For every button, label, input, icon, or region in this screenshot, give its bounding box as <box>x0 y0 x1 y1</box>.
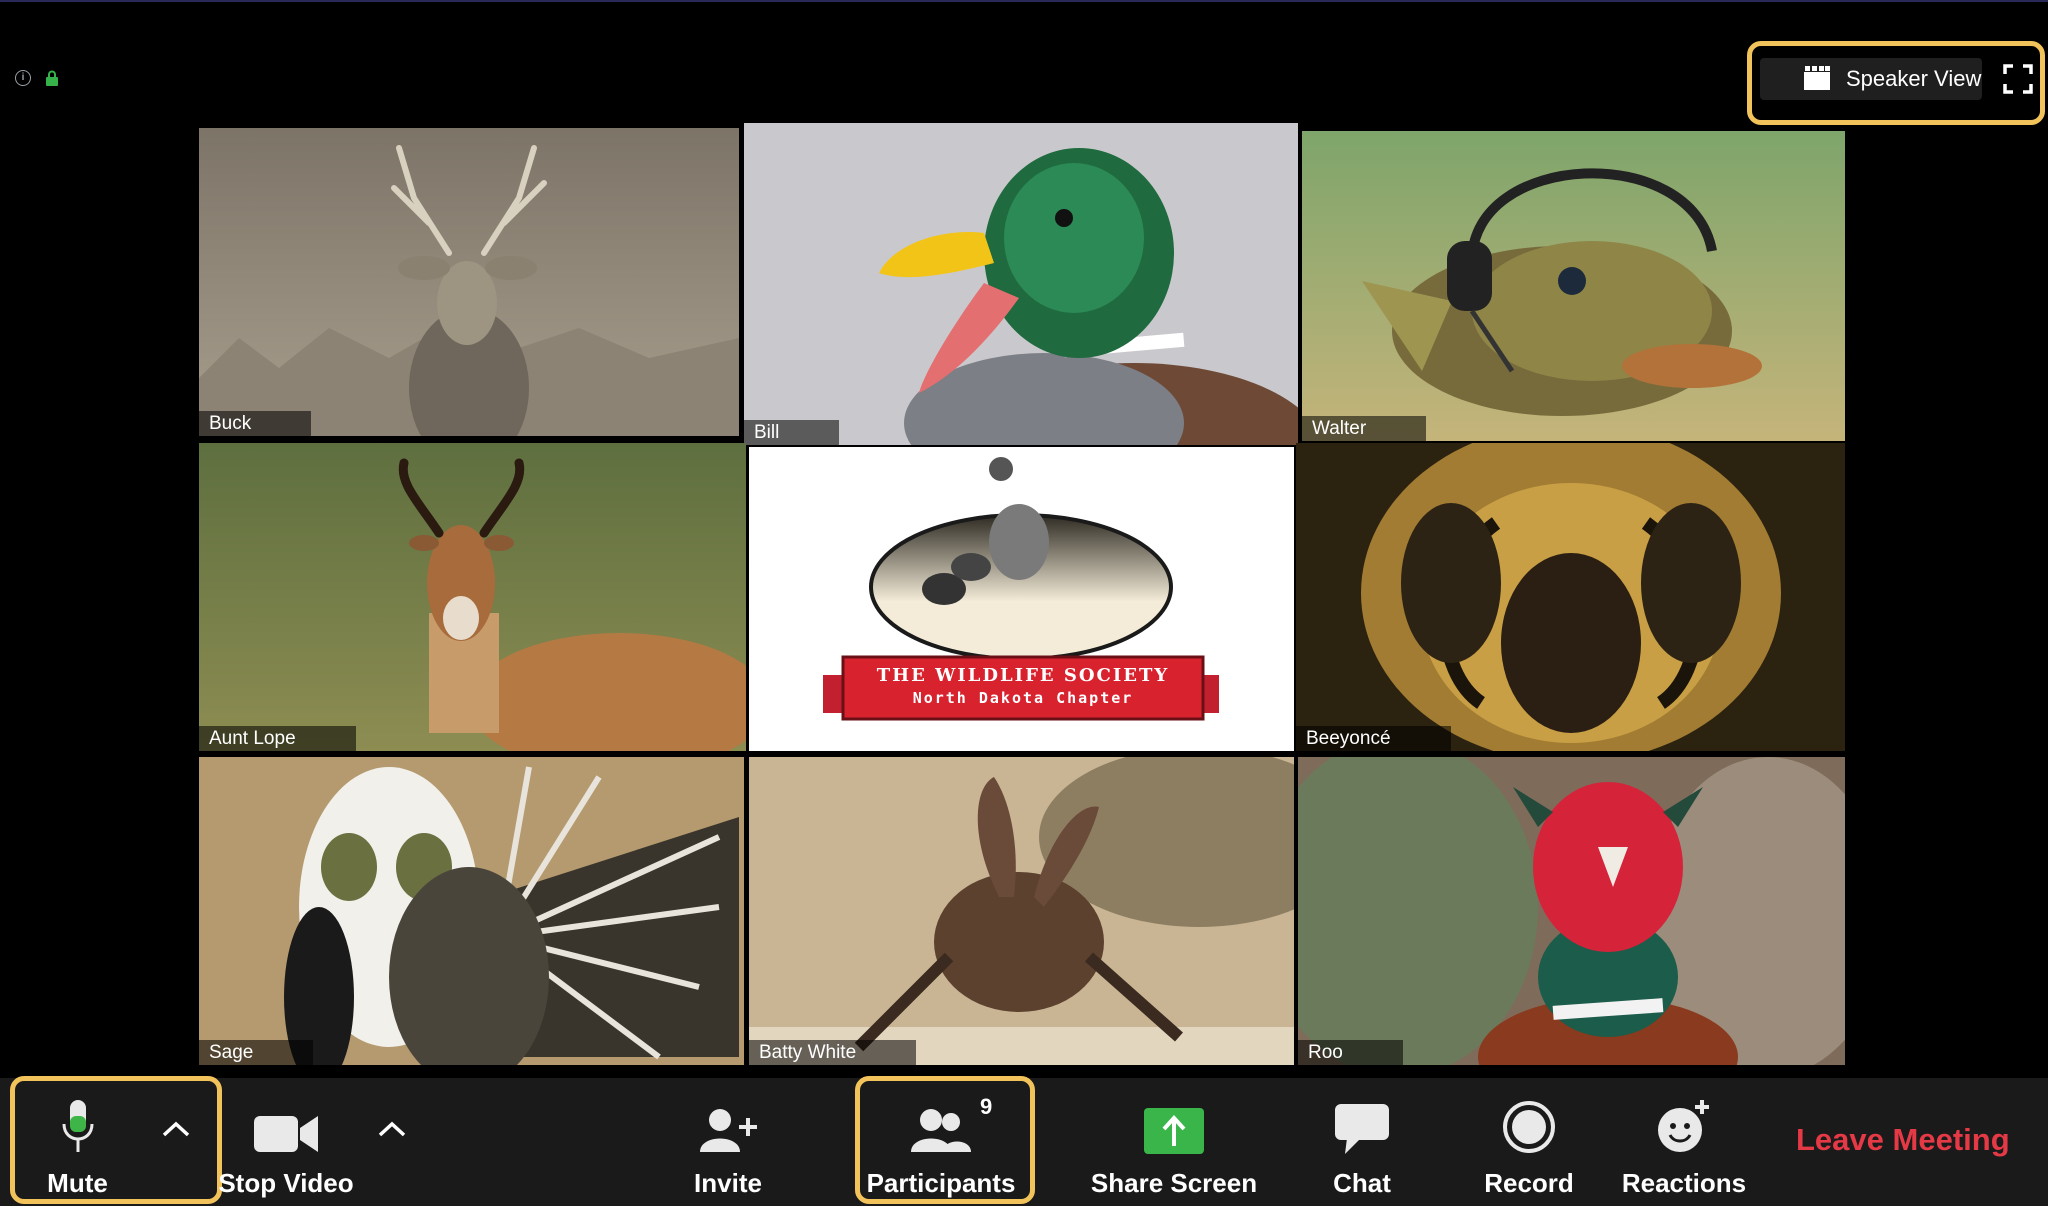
org-name-line1: THE WILDLIFE SOCIETY <box>876 665 1170 686</box>
video-options-caret-icon[interactable] <box>377 1120 407 1138</box>
video-tile-bill[interactable]: Bill <box>744 123 1298 445</box>
video-tile-sage[interactable]: Sage <box>199 757 744 1065</box>
mute-highlight <box>10 1076 222 1204</box>
video-tile-wildlife-society[interactable]: THE WILDLIFE SOCIETY North Dakota Chapte… <box>749 447 1294 751</box>
share-screen-button[interactable]: Share Screen <box>1090 1078 1258 1206</box>
participant-name: Bill <box>744 420 840 445</box>
sage-grouse-video <box>199 757 744 1065</box>
video-tile-roo[interactable]: Roo <box>1298 757 1845 1065</box>
participants-highlight <box>855 1076 1035 1204</box>
meeting-info-area: i <box>15 70 59 86</box>
share-screen-icon <box>1144 1108 1204 1154</box>
share-screen-label: Share Screen <box>1090 1168 1258 1198</box>
chat-button[interactable]: Chat <box>1312 1078 1412 1206</box>
bee-video <box>1296 443 1845 751</box>
add-user-icon <box>700 1109 757 1152</box>
participant-name: Batty White <box>749 1040 917 1065</box>
participant-name: Roo <box>1298 1040 1403 1065</box>
pheasant-video <box>1298 757 1845 1065</box>
leave-meeting-button[interactable]: Leave Meeting <box>1796 1122 2010 1158</box>
reactions-button[interactable]: Reactions <box>1619 1078 1749 1206</box>
deer-video <box>199 128 739 436</box>
record-label: Record <box>1484 1168 1574 1198</box>
video-tile-batty-white[interactable]: Batty White <box>749 757 1294 1065</box>
bat-video <box>749 757 1294 1065</box>
chat-bubble-icon <box>1335 1104 1389 1154</box>
participant-name: Walter <box>1302 416 1427 441</box>
stop-video-button[interactable]: Stop Video <box>216 1078 356 1206</box>
pronghorn-video <box>199 443 746 751</box>
meeting-info-icon[interactable]: i <box>15 70 31 86</box>
org-name-line2: North Dakota Chapter <box>912 689 1134 707</box>
participant-name: Sage <box>199 1040 314 1065</box>
zoom-meeting-window: i Speaker View Buck Bill Walter Aunt Lop… <box>0 0 2048 1206</box>
record-icon <box>1503 1101 1555 1153</box>
speaker-view-highlight <box>1747 41 2045 125</box>
invite-label: Invite <box>694 1168 762 1198</box>
reactions-label: Reactions <box>1621 1168 1747 1198</box>
participant-name: Beeyoncé <box>1296 726 1451 751</box>
invite-button[interactable]: Invite <box>678 1078 778 1206</box>
video-camera-icon <box>254 1116 318 1152</box>
participant-name: Buck <box>199 411 312 436</box>
participant-name: Aunt Lope <box>199 726 356 751</box>
video-tile-buck[interactable]: Buck <box>199 128 739 436</box>
encryption-lock-icon[interactable] <box>45 70 59 86</box>
video-tile-walter[interactable]: Walter <box>1302 131 1845 441</box>
video-tile-aunt-lope[interactable]: Aunt Lope <box>199 443 746 751</box>
fish-video <box>1302 131 1845 441</box>
duck-video <box>744 123 1298 445</box>
video-tile-beeyonce[interactable]: Beeyoncé <box>1296 443 1845 751</box>
chat-label: Chat <box>1333 1168 1391 1198</box>
record-button[interactable]: Record <box>1479 1078 1579 1206</box>
smiley-add-icon <box>1658 1100 1709 1152</box>
stop-video-label: Stop Video <box>218 1168 354 1198</box>
